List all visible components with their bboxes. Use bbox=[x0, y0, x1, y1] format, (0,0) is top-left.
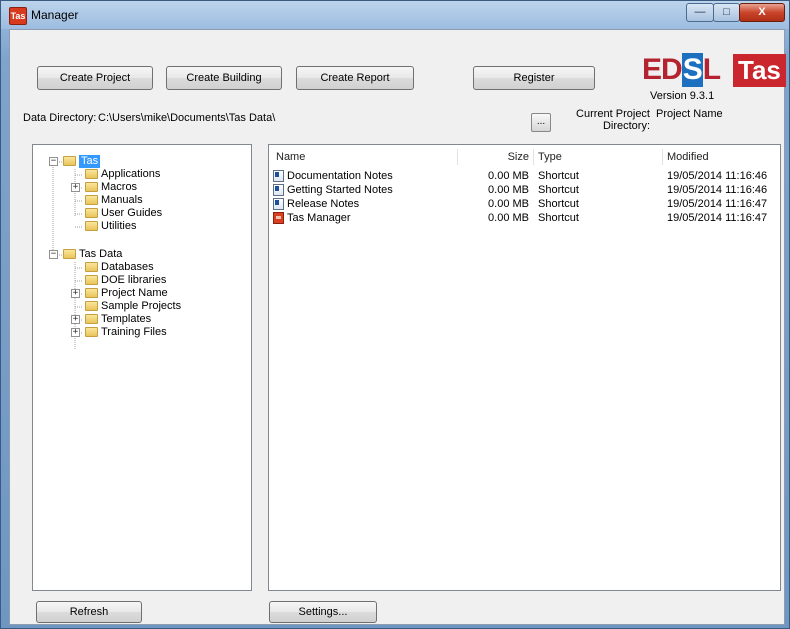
logo-edsl-part1: ED bbox=[642, 53, 683, 86]
tree-item-label: Training Files bbox=[101, 326, 167, 338]
folder-icon bbox=[85, 314, 98, 324]
column-header-name[interactable]: Name bbox=[276, 151, 305, 163]
file-type: Shortcut bbox=[538, 212, 579, 224]
folder-icon bbox=[63, 156, 76, 166]
file-name: Tas Manager bbox=[287, 212, 351, 224]
collapse-expander[interactable]: − bbox=[49, 157, 58, 166]
file-size: 0.00 MB bbox=[488, 184, 529, 196]
data-directory-value: C:\Users\mike\Documents\Tas Data\ bbox=[98, 112, 276, 124]
edsl-logo: EDSL bbox=[642, 52, 721, 88]
folder-icon bbox=[85, 327, 98, 337]
manager-window: Tas Manager — □ X Create Project Create … bbox=[0, 0, 790, 629]
file-type: Shortcut bbox=[538, 198, 579, 210]
file-list[interactable]: Name Size Type Modified Documentation No… bbox=[268, 144, 781, 591]
file-type: Shortcut bbox=[538, 170, 579, 182]
document-shortcut-icon bbox=[273, 184, 284, 196]
tas-app-icon[interactable]: Tas bbox=[9, 7, 27, 25]
file-size: 0.00 MB bbox=[488, 170, 529, 182]
file-row[interactable]: Tas Manager 0.00 MB Shortcut 19/05/2014 … bbox=[271, 211, 790, 225]
folder-icon bbox=[85, 221, 98, 231]
window-title: Manager bbox=[31, 8, 79, 22]
file-modified: 19/05/2014 11:16:46 bbox=[667, 170, 768, 182]
folder-icon bbox=[85, 301, 98, 311]
file-name: Getting Started Notes bbox=[287, 184, 393, 196]
create-report-button[interactable]: Create Report bbox=[296, 66, 414, 90]
logo-edsl-s: S bbox=[681, 53, 703, 87]
file-modified: 19/05/2014 11:16:47 bbox=[667, 212, 768, 224]
column-divider[interactable] bbox=[457, 149, 458, 165]
column-divider[interactable] bbox=[533, 149, 534, 165]
file-modified: 19/05/2014 11:16:46 bbox=[667, 184, 768, 196]
folder-icon bbox=[85, 288, 98, 298]
close-button[interactable]: X bbox=[739, 3, 785, 22]
current-project-label-line1: Current Project bbox=[576, 108, 650, 120]
column-header-size[interactable]: Size bbox=[504, 151, 529, 163]
tree-item-label: Manuals bbox=[101, 194, 143, 206]
file-row[interactable]: Getting Started Notes 0.00 MB Shortcut 1… bbox=[271, 183, 790, 197]
minimize-button[interactable]: — bbox=[686, 3, 714, 22]
folder-icon bbox=[63, 249, 76, 259]
title-bar[interactable]: Tas Manager — □ X bbox=[1, 1, 789, 29]
settings-button[interactable]: Settings... bbox=[269, 601, 377, 623]
column-divider[interactable] bbox=[662, 149, 663, 165]
file-row[interactable]: Release Notes 0.00 MB Shortcut 19/05/201… bbox=[271, 197, 790, 211]
tree-item-label: Tas Data bbox=[79, 248, 123, 260]
maximize-button[interactable]: □ bbox=[713, 3, 740, 22]
tree-item-label: Templates bbox=[101, 313, 152, 325]
folder-icon bbox=[85, 262, 98, 272]
current-project-value: Project Name bbox=[656, 108, 723, 120]
client-area: Create Project Create Building Create Re… bbox=[9, 29, 786, 625]
folder-icon bbox=[85, 195, 98, 205]
tree-item-label: Macros bbox=[101, 181, 138, 193]
file-name: Documentation Notes bbox=[287, 170, 393, 182]
tree-item-label: DOE libraries bbox=[101, 274, 167, 286]
folder-icon bbox=[85, 169, 98, 179]
expand-expander[interactable]: + bbox=[71, 289, 80, 298]
document-shortcut-icon bbox=[273, 170, 284, 182]
logo-edsl-part2: L bbox=[702, 53, 721, 86]
folder-icon bbox=[85, 275, 98, 285]
expand-expander[interactable]: + bbox=[71, 315, 80, 324]
create-building-button[interactable]: Create Building bbox=[166, 66, 282, 90]
file-size: 0.00 MB bbox=[488, 212, 529, 224]
tree-item-label: Applications bbox=[101, 168, 161, 180]
expand-expander[interactable]: + bbox=[71, 183, 80, 192]
file-row[interactable]: Documentation Notes 0.00 MB Shortcut 19/… bbox=[271, 169, 790, 183]
expand-expander[interactable]: + bbox=[71, 328, 80, 337]
column-header-type[interactable]: Type bbox=[538, 151, 562, 163]
tree-item-label: Tas bbox=[79, 155, 101, 168]
tree-item-label: Project Name bbox=[101, 287, 168, 299]
refresh-button[interactable]: Refresh bbox=[36, 601, 142, 623]
file-name: Release Notes bbox=[287, 198, 360, 210]
register-button[interactable]: Register bbox=[473, 66, 595, 90]
folder-icon bbox=[85, 182, 98, 192]
column-header-modified[interactable]: Modified bbox=[667, 151, 709, 163]
create-project-button[interactable]: Create Project bbox=[37, 66, 153, 90]
folder-tree[interactable]: − Tas Applications + Macros Manuals User… bbox=[32, 144, 252, 591]
tas-manager-icon bbox=[273, 212, 284, 224]
collapse-expander[interactable]: − bbox=[49, 250, 58, 259]
tas-logo: Tas bbox=[733, 54, 786, 87]
version-label: Version 9.3.1 bbox=[650, 90, 715, 102]
tree-item-label: Utilities bbox=[101, 220, 137, 232]
tree-item-label: Databases bbox=[101, 261, 154, 273]
browse-directory-button[interactable]: ... bbox=[531, 113, 551, 132]
tree-item-label: Sample Projects bbox=[101, 300, 182, 312]
file-type: Shortcut bbox=[538, 184, 579, 196]
file-size: 0.00 MB bbox=[488, 198, 529, 210]
data-directory-label: Data Directory: bbox=[23, 112, 97, 124]
current-project-label-line2: Directory: bbox=[602, 120, 650, 132]
file-modified: 19/05/2014 11:16:47 bbox=[667, 198, 768, 210]
folder-icon bbox=[85, 208, 98, 218]
edsl-tas-logo: EDSL Tas bbox=[642, 52, 786, 88]
tree-item-label: User Guides bbox=[101, 207, 163, 219]
document-shortcut-icon bbox=[273, 198, 284, 210]
